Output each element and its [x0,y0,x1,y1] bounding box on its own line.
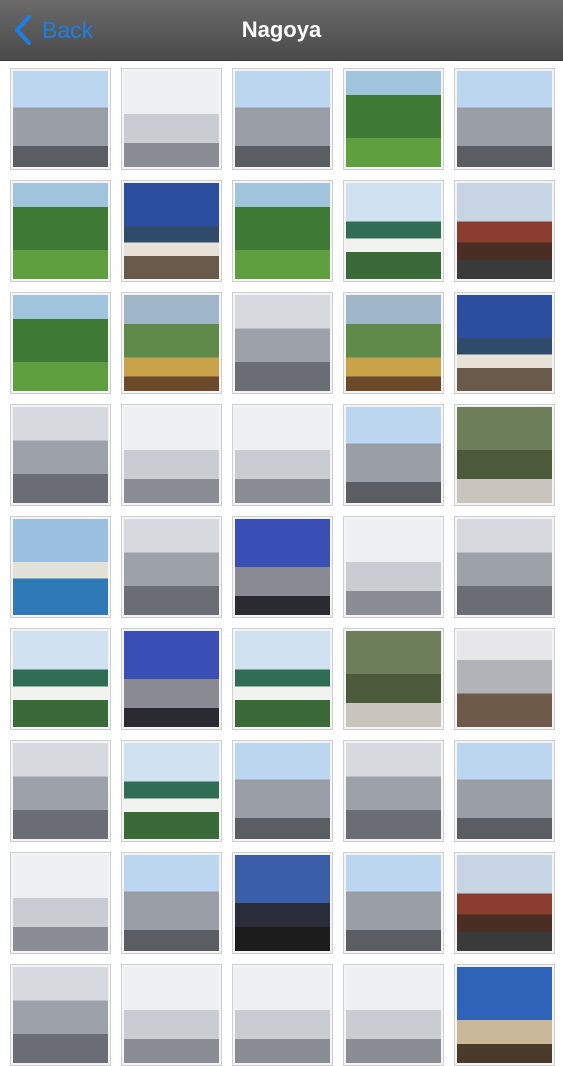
photo-thumbnail[interactable] [10,292,111,394]
photo-image [13,71,108,167]
photo-image [13,967,108,1063]
photo-image [235,519,330,615]
photo-thumbnail[interactable] [454,628,555,730]
photo-thumbnail[interactable] [121,68,222,170]
photo-image [124,519,219,615]
photo-thumbnail[interactable] [10,68,111,170]
chevron-left-icon [15,15,31,45]
photo-image [235,855,330,951]
photo-image [457,967,552,1063]
photo-image [124,855,219,951]
back-label: Back [42,16,94,43]
photo-thumbnail[interactable] [232,516,333,618]
photo-image [124,631,219,727]
photo-thumbnail[interactable] [232,404,333,506]
photo-image [13,855,108,951]
photo-thumbnail[interactable] [232,740,333,842]
photo-image [13,295,108,391]
photo-image [124,295,219,391]
photo-image [235,71,330,167]
photo-thumbnail[interactable] [343,292,444,394]
photo-thumbnail[interactable] [343,68,444,170]
photo-image [235,295,330,391]
photo-thumbnail[interactable] [454,852,555,954]
photo-image [13,407,108,503]
photo-thumbnail[interactable] [343,180,444,282]
photo-thumbnail[interactable] [121,180,222,282]
photo-image [457,631,552,727]
photo-image [235,743,330,839]
photo-image [346,631,441,727]
photo-thumbnail[interactable] [121,740,222,842]
photo-image [457,743,552,839]
photo-thumbnail[interactable] [343,964,444,1066]
photo-image [346,967,441,1063]
photo-thumbnail[interactable] [232,628,333,730]
photo-thumbnail[interactable] [10,740,111,842]
photo-thumbnail[interactable] [10,180,111,282]
photo-thumbnail[interactable] [10,516,111,618]
photo-image [124,407,219,503]
photo-thumbnail[interactable] [454,740,555,842]
photo-thumbnail[interactable] [232,180,333,282]
photo-image [124,967,219,1063]
photo-thumbnail[interactable] [10,628,111,730]
photo-thumbnail[interactable] [343,516,444,618]
photo-thumbnail[interactable] [343,404,444,506]
photo-thumbnail[interactable] [232,292,333,394]
photo-thumbnail[interactable] [121,516,222,618]
photo-image [346,71,441,167]
photo-thumbnail[interactable] [454,292,555,394]
photo-image [457,407,552,503]
photo-thumbnail[interactable] [232,852,333,954]
photo-thumbnail[interactable] [454,180,555,282]
photo-thumbnail[interactable] [121,964,222,1066]
photo-image [346,295,441,391]
photo-image [346,855,441,951]
photo-image [346,743,441,839]
photo-grid [10,68,557,1066]
photo-thumbnail[interactable] [343,740,444,842]
photo-thumbnail[interactable] [121,628,222,730]
photo-thumbnail[interactable] [10,964,111,1066]
back-button[interactable]: Back [14,14,93,46]
photo-thumbnail[interactable] [454,404,555,506]
photo-image [457,71,552,167]
photo-image [457,295,552,391]
photo-thumbnail[interactable] [121,404,222,506]
photo-image [13,631,108,727]
photo-image [124,743,219,839]
photo-thumbnail[interactable] [121,852,222,954]
photo-image [124,183,219,279]
photo-thumbnail[interactable] [343,628,444,730]
photo-thumbnail[interactable] [454,68,555,170]
photo-image [346,519,441,615]
photo-image [235,407,330,503]
photo-image [13,519,108,615]
photo-thumbnail[interactable] [454,516,555,618]
photo-thumbnail[interactable] [232,68,333,170]
photo-image [235,967,330,1063]
photo-image [235,631,330,727]
photo-thumbnail[interactable] [10,404,111,506]
photo-image [457,855,552,951]
photo-image [346,183,441,279]
photo-thumbnail[interactable] [343,852,444,954]
photo-image [235,183,330,279]
photo-image [457,183,552,279]
photo-thumbnail[interactable] [232,964,333,1066]
photo-thumbnail[interactable] [121,292,222,394]
photo-image [13,183,108,279]
photo-image [124,71,219,167]
photo-thumbnail[interactable] [10,852,111,954]
photo-image [457,519,552,615]
photo-thumbnail[interactable] [454,964,555,1066]
navigation-bar: Back Nagoya [0,0,563,61]
photo-image [13,743,108,839]
photo-image [346,407,441,503]
